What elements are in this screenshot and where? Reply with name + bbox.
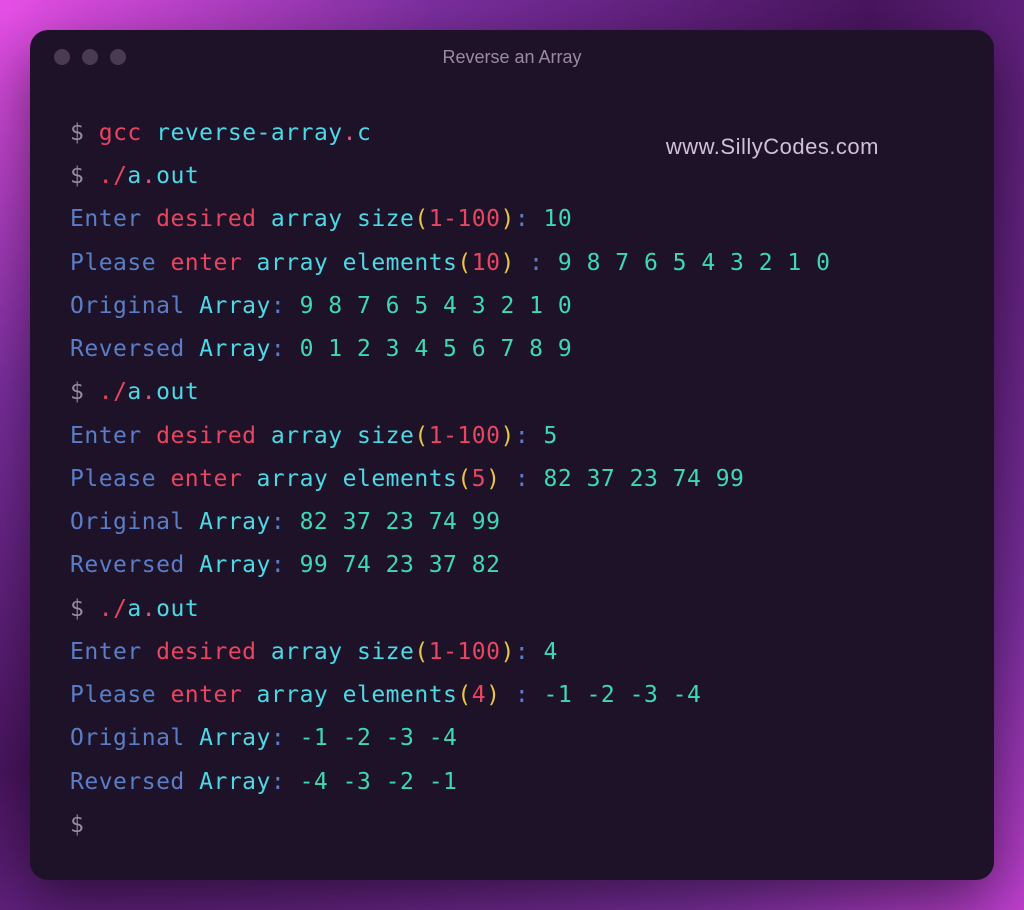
terminal-line-size-prompt: Enter desired array size(1-100): 10: [70, 198, 954, 241]
prompt: $: [70, 120, 84, 146]
terminal-line-prompt: $: [70, 804, 954, 847]
terminal-line-reversed: Reversed Array: -4 -3 -2 -1: [70, 761, 954, 804]
terminal-line-reversed: Reversed Array: 99 74 23 37 82: [70, 544, 954, 587]
minimize-icon[interactable]: [82, 49, 98, 65]
terminal-line-elements-prompt: Please enter array elements(4) : -1 -2 -…: [70, 674, 954, 717]
terminal-line-run: $ ./a.out: [70, 588, 954, 631]
terminal-line-size-prompt: Enter desired array size(1-100): 5: [70, 415, 954, 458]
title-bar: Reverse an Array: [30, 30, 994, 84]
watermark: www.SillyCodes.com: [666, 126, 879, 167]
compile-cmd-file: reverse-array: [156, 120, 343, 146]
close-icon[interactable]: [54, 49, 70, 65]
terminal-line-elements-prompt: Please enter array elements(10) : 9 8 7 …: [70, 242, 954, 285]
traffic-lights: [54, 49, 126, 65]
maximize-icon[interactable]: [110, 49, 126, 65]
terminal-line-original: Original Array: -1 -2 -3 -4: [70, 717, 954, 760]
terminal-line-run: $ ./a.out: [70, 371, 954, 414]
terminal-line-elements-prompt: Please enter array elements(5) : 82 37 2…: [70, 458, 954, 501]
compile-cmd-gcc: gcc: [99, 120, 142, 146]
terminal-line-reversed: Reversed Array: 0 1 2 3 4 5 6 7 8 9: [70, 328, 954, 371]
terminal-content[interactable]: www.SillyCodes.com $ gcc reverse-array.c…: [30, 84, 994, 880]
terminal-line-original: Original Array: 82 37 23 74 99: [70, 501, 954, 544]
terminal-window: Reverse an Array www.SillyCodes.com $ gc…: [30, 30, 994, 880]
window-title: Reverse an Array: [442, 47, 581, 68]
terminal-line-size-prompt: Enter desired array size(1-100): 4: [70, 631, 954, 674]
terminal-line-original: Original Array: 9 8 7 6 5 4 3 2 1 0: [70, 285, 954, 328]
